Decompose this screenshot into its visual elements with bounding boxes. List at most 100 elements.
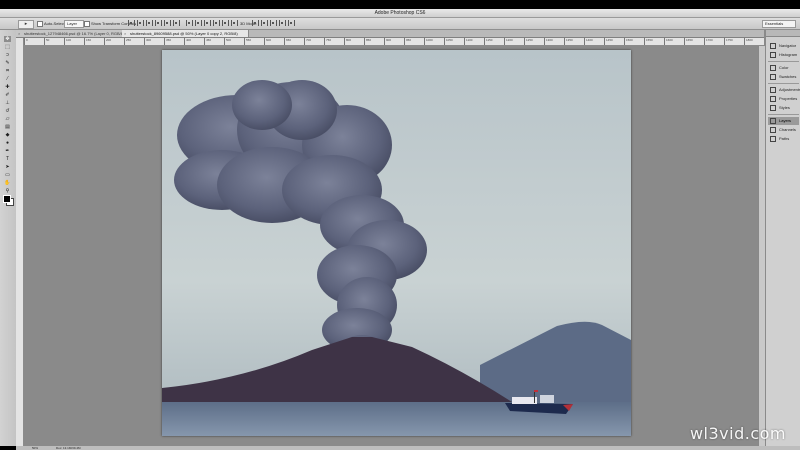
properties-icon — [770, 95, 776, 102]
auto-select-dropdown[interactable]: Layer — [64, 20, 84, 28]
ruler-tick: 650 — [284, 38, 291, 45]
show-transform-checkbox[interactable] — [84, 21, 90, 27]
panel-navigator[interactable]: Navigator — [768, 42, 799, 50]
ruler-tick: 1100 — [464, 38, 472, 45]
ruler-tick: 600 — [264, 38, 271, 45]
align-top-icon[interactable] — [128, 20, 135, 26]
document-size-info: Doc: 13.1M/39.4M — [56, 446, 81, 450]
auto-align-icon[interactable] — [231, 20, 238, 26]
align-bottom-icon[interactable] — [146, 20, 153, 26]
panel-properties[interactable]: Properties — [768, 95, 799, 103]
quick-select-icon[interactable]: ✎ — [4, 60, 11, 66]
close-tab-icon[interactable]: × — [124, 32, 127, 36]
panel-label: Paths — [779, 136, 790, 141]
window-title: Adobe Photoshop CS6 — [374, 10, 426, 16]
panel-color[interactable]: Color — [768, 64, 799, 72]
vertical-scrollbar[interactable] — [758, 46, 765, 446]
gradient-tool-icon[interactable]: ▤ — [4, 124, 11, 130]
move-tool-icon[interactable]: ✥ — [4, 36, 11, 42]
close-tab-icon[interactable]: × — [18, 32, 21, 36]
ruler-tick: 700 — [304, 38, 311, 45]
brush-tool-icon[interactable]: ✐ — [4, 92, 11, 98]
ruler-tick: 1650 — [684, 38, 693, 45]
distribute-bottom-icon[interactable] — [204, 20, 211, 26]
workspace-switcher[interactable]: Essentials — [762, 20, 796, 28]
tab-document-2[interactable]: × shutterstock_89609588.psd @ 50% (Layer… — [122, 30, 249, 37]
ruler-tick: 350 — [164, 38, 171, 45]
ruler-tick: 1750 — [724, 38, 733, 45]
path-select-icon[interactable]: ➤ — [4, 164, 11, 170]
ruler-tick: 1350 — [564, 38, 573, 45]
distribute-vcenter-icon[interactable] — [195, 20, 202, 26]
align-left-icon[interactable] — [155, 20, 162, 26]
eraser-icon[interactable]: ▱ — [4, 116, 11, 122]
hand-tool-icon[interactable]: ✋ — [4, 180, 11, 186]
marquee-tool-icon[interactable]: ⬚ — [4, 44, 11, 50]
horizontal-ruler[interactable]: 0 50 100 150 200 250 300 350 400 450 500 550 600 650 7… — [24, 38, 764, 46]
align-vcenter-icon[interactable] — [137, 20, 144, 26]
3d-roll-icon[interactable] — [261, 20, 268, 26]
panel-label: Navigator — [779, 43, 797, 48]
type-tool-icon[interactable]: T — [4, 156, 11, 162]
panel-histogram[interactable]: Histogram — [768, 51, 799, 59]
clone-stamp-icon[interactable]: ⊥ — [4, 100, 11, 106]
panel-layers[interactable]: Layers — [768, 117, 799, 125]
panel-styles[interactable]: Styles — [768, 104, 799, 112]
layers-icon — [770, 117, 776, 124]
shape-tool-icon[interactable]: ▭ — [4, 172, 11, 178]
histogram-icon — [770, 51, 776, 58]
3d-scale-icon[interactable] — [288, 20, 295, 26]
panel-label: Histogram — [779, 52, 798, 57]
panel-group-divider — [768, 114, 799, 115]
ruler-tick: 750 — [324, 38, 331, 45]
panel-channels[interactable]: Channels — [768, 126, 799, 134]
channels-icon — [770, 126, 776, 133]
pen-tool-icon[interactable]: ✒ — [4, 148, 11, 154]
align-right-icon[interactable] — [173, 20, 180, 26]
ruler-tick: 250 — [124, 38, 131, 45]
panel-label: Properties — [779, 96, 798, 101]
ruler-tick: 200 — [104, 38, 111, 45]
ruler-tick: 1050 — [444, 38, 453, 45]
distribute-left-icon[interactable] — [213, 20, 220, 26]
zoom-level[interactable]: 50% — [32, 446, 38, 450]
ruler-tick: 1550 — [644, 38, 653, 45]
auto-select-checkbox[interactable] — [37, 21, 43, 27]
ruler-tick: 900 — [384, 38, 391, 45]
crop-tool-icon[interactable]: ⌗ — [4, 68, 11, 74]
document-image[interactable] — [162, 50, 631, 436]
blur-tool-icon[interactable]: ◆ — [4, 132, 11, 138]
panel-group-divider — [768, 61, 799, 62]
panel-adjustments[interactable]: Adjustments — [768, 86, 800, 94]
document-tabs: × shutterstock_127948466.psd @ 16.7% (La… — [16, 30, 764, 38]
ruler-tick: 1700 — [704, 38, 713, 45]
ruler-tick: 850 — [364, 38, 371, 45]
panel-paths[interactable]: Paths — [768, 135, 799, 143]
eyedropper-icon[interactable]: ⁄ — [4, 76, 11, 82]
ruler-tick: 1450 — [604, 38, 613, 45]
zoom-tool-icon[interactable]: ⚲ — [4, 188, 11, 194]
distribute-top-icon[interactable] — [186, 20, 193, 26]
history-brush-icon[interactable]: ↺ — [4, 108, 11, 114]
3d-slide-icon[interactable] — [279, 20, 286, 26]
3d-pan-icon[interactable] — [270, 20, 277, 26]
align-hcenter-icon[interactable] — [164, 20, 171, 26]
healing-brush-icon[interactable]: ✚ — [4, 84, 11, 90]
distribute-hcenter-icon[interactable] — [222, 20, 229, 26]
panel-group-divider — [768, 83, 799, 84]
panel-swatches[interactable]: Swatches — [768, 73, 799, 81]
ruler-tick: 1800 — [744, 38, 753, 45]
canvas-area[interactable] — [24, 46, 764, 446]
tool-preset-picker[interactable]: ▸ — [18, 20, 34, 29]
vertical-ruler[interactable] — [16, 38, 24, 446]
panel-dock: Navigator Histogram Color Swatches Adjustmen… — [765, 30, 800, 446]
dodge-tool-icon[interactable]: ● — [4, 140, 11, 146]
foreground-color-swatch[interactable] — [3, 195, 11, 203]
dock-collapse-strip[interactable] — [766, 30, 800, 37]
ruler-tick: 1250 — [524, 38, 533, 45]
lasso-tool-icon[interactable]: ↄ — [4, 52, 11, 58]
tab-document-1[interactable]: × shutterstock_127948466.psd @ 16.7% (La… — [16, 30, 129, 37]
title-bar: Adobe Photoshop CS6 — [0, 9, 800, 18]
panel-label: Channels — [779, 127, 796, 132]
3d-rotate-icon[interactable] — [252, 20, 259, 26]
